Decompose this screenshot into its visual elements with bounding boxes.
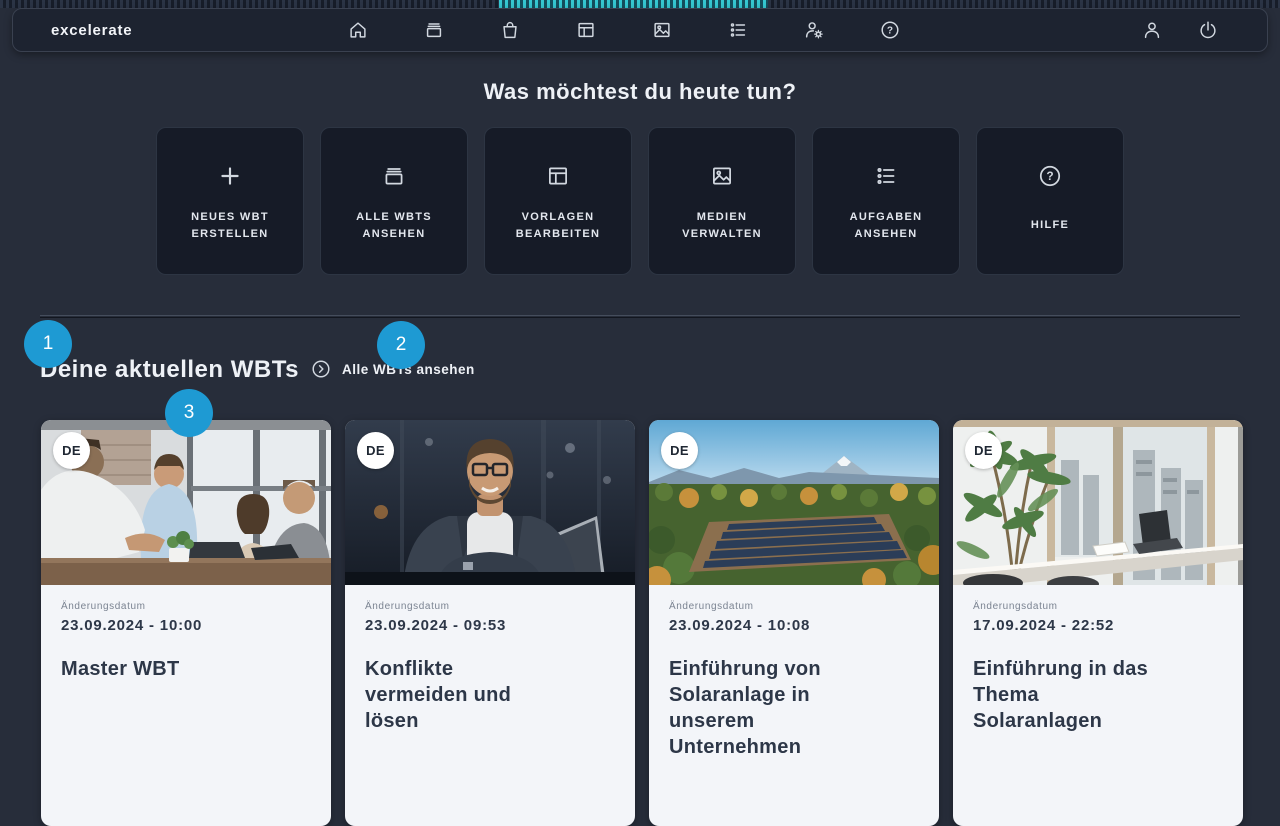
quick-action-label: MEDIEN VERWALTEN xyxy=(662,208,782,244)
wbt-card[interactable]: DE Änderungsdatum 17.09.2024 - 22:52 Ein… xyxy=(953,420,1243,826)
templates-icon[interactable] xyxy=(575,19,597,41)
view-tasks-button[interactable]: AUFGABEN ANSEHEN xyxy=(812,127,960,275)
all-wbts-button[interactable]: ALLE WBTS ANSEHEN xyxy=(320,127,468,275)
wbt-card-body: Änderungsdatum 23.09.2024 - 10:08 Einfüh… xyxy=(649,585,939,760)
quick-action-label: AUFGABEN ANSEHEN xyxy=(826,208,946,244)
page-title: Was möchtest du heute tun? xyxy=(0,79,1280,105)
modified-date: 23.09.2024 - 10:00 xyxy=(61,617,311,634)
manage-media-button[interactable]: MEDIEN VERWALTEN xyxy=(648,127,796,275)
user-management-icon[interactable] xyxy=(803,19,825,41)
svg-text:?: ? xyxy=(887,25,893,36)
tour-badge-1[interactable]: 1 xyxy=(24,320,72,368)
wbt-card-body: Änderungsdatum 23.09.2024 - 10:00 Master… xyxy=(41,585,331,682)
help-icon: ? xyxy=(1037,158,1063,194)
wbt-card-row: DE Änderungsdatum 23.09.2024 - 10:00 Mas… xyxy=(41,420,1243,826)
tasks-icon[interactable] xyxy=(727,19,749,41)
help-button[interactable]: ? HILFE xyxy=(976,127,1124,275)
date-label: Änderungsdatum xyxy=(973,601,1223,612)
wbt-card-body: Änderungsdatum 23.09.2024 - 09:53 Konfli… xyxy=(345,585,635,734)
quick-action-label: HILFE xyxy=(1031,208,1069,244)
wbt-title: Einführung von Solaranlage in unserem Un… xyxy=(669,656,845,760)
quick-action-label: VORLAGEN BEARBEITEN xyxy=(498,208,618,244)
top-decor-stripe-highlight xyxy=(499,0,768,8)
power-icon[interactable] xyxy=(1197,19,1219,41)
language-badge: DE xyxy=(965,432,1002,469)
media-icon[interactable] xyxy=(651,19,673,41)
wbt-archive-icon[interactable] xyxy=(423,19,445,41)
chevron-right-circle-icon xyxy=(310,358,332,380)
language-badge: DE xyxy=(53,432,90,469)
section-divider xyxy=(40,315,1240,316)
modified-date: 23.09.2024 - 09:53 xyxy=(365,617,615,634)
app-logo[interactable]: excelerate xyxy=(51,22,347,39)
templates-icon xyxy=(545,158,571,194)
media-icon xyxy=(709,158,735,194)
tour-badge-3[interactable]: 3 xyxy=(165,389,213,437)
wbt-card[interactable]: DE Änderungsdatum 23.09.2024 - 10:00 Mas… xyxy=(41,420,331,826)
tour-badge-2[interactable]: 2 xyxy=(377,321,425,369)
help-icon[interactable]: ? xyxy=(879,19,901,41)
modified-date: 17.09.2024 - 22:52 xyxy=(973,617,1223,634)
date-label: Änderungsdatum xyxy=(669,601,919,612)
date-label: Änderungsdatum xyxy=(61,601,311,612)
profile-icon[interactable] xyxy=(1141,19,1163,41)
home-icon[interactable] xyxy=(347,19,369,41)
navbar: excelerate ? xyxy=(12,8,1268,52)
section-title: Deine aktuellen WBTs xyxy=(40,356,299,384)
new-wbt-button[interactable]: NEUES WBT ERSTELLEN xyxy=(156,127,304,275)
date-label: Änderungsdatum xyxy=(365,601,615,612)
shop-bag-icon[interactable] xyxy=(499,19,521,41)
svg-text:?: ? xyxy=(1046,169,1053,183)
wbt-title: Konflikte vermeiden und lösen xyxy=(365,656,541,734)
language-badge: DE xyxy=(661,432,698,469)
tasks-icon xyxy=(873,158,899,194)
language-badge: DE xyxy=(357,432,394,469)
plus-icon xyxy=(217,158,243,194)
wbt-card[interactable]: DE Änderungsdatum 23.09.2024 - 10:08 Ein… xyxy=(649,420,939,826)
wbt-title: Master WBT xyxy=(61,656,237,682)
wbt-archive-icon xyxy=(381,158,407,194)
navbar-icon-group: ? xyxy=(347,19,901,41)
quick-action-label: NEUES WBT ERSTELLEN xyxy=(170,208,290,244)
quick-actions-row: NEUES WBT ERSTELLEN ALLE WBTS ANSEHEN VO… xyxy=(156,127,1124,275)
quick-action-label: ALLE WBTS ANSEHEN xyxy=(334,208,454,244)
navbar-account-group xyxy=(1141,19,1219,41)
top-decor-stripe xyxy=(0,0,1280,8)
wbt-card-body: Änderungsdatum 17.09.2024 - 22:52 Einfüh… xyxy=(953,585,1243,734)
wbt-card[interactable]: DE Änderungsdatum 23.09.2024 - 09:53 Kon… xyxy=(345,420,635,826)
edit-templates-button[interactable]: VORLAGEN BEARBEITEN xyxy=(484,127,632,275)
modified-date: 23.09.2024 - 10:08 xyxy=(669,617,919,634)
wbt-title: Einführung in das Thema Solaranlagen xyxy=(973,656,1149,734)
